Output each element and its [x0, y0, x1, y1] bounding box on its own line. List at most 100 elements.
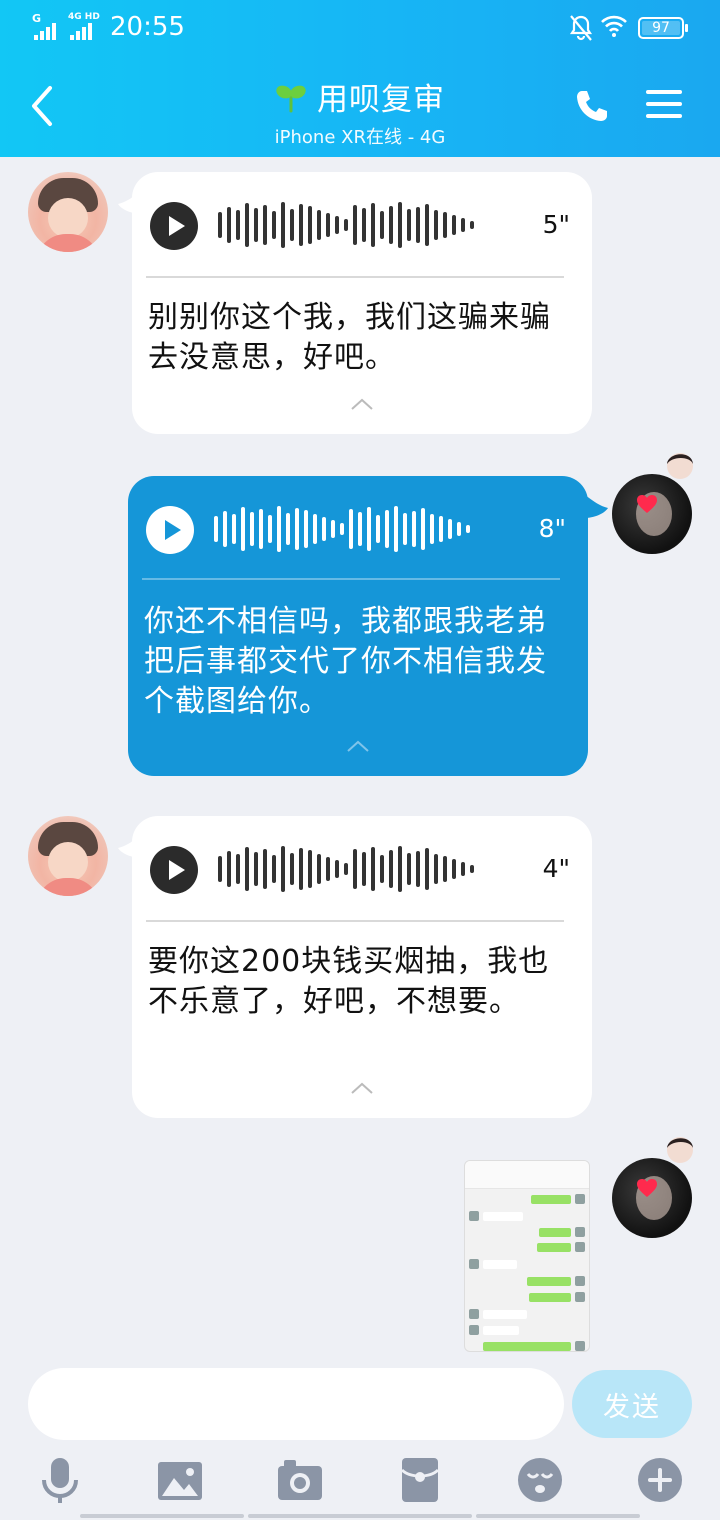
- status-bar: G 4G HD 20:55 97: [0, 0, 720, 60]
- send-button[interactable]: 发送: [572, 1370, 692, 1438]
- divider: [146, 276, 564, 278]
- chat-title: 用呗复审: [317, 82, 445, 118]
- waveform-bar: [308, 206, 312, 244]
- waveform-bar: [313, 514, 317, 544]
- image-message-thumbnail[interactable]: [464, 1160, 590, 1352]
- phone-call-icon[interactable]: [574, 88, 610, 124]
- collapse-chevron-icon[interactable]: [346, 740, 370, 752]
- waveform-bar: [272, 211, 276, 239]
- voice-duration: 5": [542, 210, 570, 239]
- waveform-bar: [385, 510, 389, 548]
- contact-avatar[interactable]: [28, 816, 108, 896]
- waveform-bar: [443, 212, 447, 238]
- waveform-bar: [254, 852, 258, 886]
- nav-gesture-bar: [476, 1514, 640, 1518]
- my-avatar[interactable]: [612, 1158, 692, 1238]
- waveform-bar: [241, 507, 245, 551]
- heart-sticker-icon: [637, 495, 657, 513]
- signal-2-label: 4G HD: [68, 12, 100, 22]
- voice-message-bubble[interactable]: 5" 别别你这个我，我们这骗来骗去没意思，好吧。: [132, 172, 592, 434]
- plus-icon[interactable]: [636, 1456, 684, 1504]
- waveform-bar: [389, 850, 393, 888]
- waveform-bar: [317, 210, 321, 240]
- waveform-bar: [376, 515, 380, 543]
- waveform-bar: [335, 216, 339, 234]
- waveform-bar: [236, 854, 240, 884]
- camera-icon[interactable]: [276, 1456, 324, 1504]
- voice-waveform: [218, 200, 474, 250]
- waveform-bar: [457, 522, 461, 536]
- waveform-bar: [304, 510, 308, 548]
- voice-waveform: [214, 504, 470, 554]
- collapse-chevron-icon[interactable]: [350, 398, 374, 410]
- waveform-bar: [331, 520, 335, 538]
- red-packet-icon[interactable]: [396, 1456, 444, 1504]
- menu-icon[interactable]: [646, 88, 682, 120]
- waveform-bar: [367, 507, 371, 551]
- waveform-bar: [322, 517, 326, 541]
- waveform-bar: [353, 849, 357, 889]
- waveform-bar: [299, 204, 303, 246]
- play-button[interactable]: [150, 846, 198, 894]
- waveform-bar: [425, 204, 429, 246]
- voice-transcript: 你还不相信吗，我都跟我老弟把后事都交代了你不相信我发个截图给你。: [144, 604, 547, 719]
- waveform-bar: [344, 219, 348, 231]
- waveform-bar: [389, 206, 393, 244]
- waveform-bar: [380, 211, 384, 239]
- waveform-bar: [461, 218, 465, 232]
- waveform-bar: [416, 851, 420, 887]
- signal-strength-1: G: [32, 12, 62, 40]
- avatar-pendant-sticker: [667, 453, 693, 479]
- waveform-bar: [218, 212, 222, 238]
- waveform-bar: [340, 523, 344, 535]
- waveform-bar: [439, 516, 443, 542]
- microphone-icon[interactable]: [36, 1456, 84, 1504]
- play-button[interactable]: [150, 202, 198, 250]
- waveform-bar: [326, 213, 330, 237]
- mute-bell-icon: [569, 15, 593, 41]
- waveform-bar: [466, 525, 470, 533]
- battery-level: 97: [652, 20, 670, 36]
- waveform-bar: [434, 854, 438, 884]
- waveform-bar: [398, 202, 402, 248]
- waveform-bar: [416, 207, 420, 243]
- contact-avatar[interactable]: [28, 172, 108, 252]
- message-input[interactable]: [28, 1368, 564, 1440]
- waveform-bar: [308, 850, 312, 888]
- waveform-bar: [227, 207, 231, 243]
- back-arrow-icon[interactable]: [26, 84, 62, 128]
- waveform-bar: [407, 209, 411, 241]
- waveform-bar: [430, 514, 434, 544]
- avatar-pendant-sticker: [667, 1137, 693, 1163]
- my-avatar[interactable]: [612, 474, 692, 554]
- waveform-bar: [371, 847, 375, 891]
- voice-waveform: [218, 844, 474, 894]
- waveform-bar: [223, 511, 227, 547]
- waveform-bar: [236, 210, 240, 240]
- waveform-bar: [290, 209, 294, 241]
- waveform-bar: [317, 854, 321, 884]
- divider: [142, 578, 560, 580]
- waveform-bar: [286, 513, 290, 545]
- voice-message-bubble[interactable]: 8" 你还不相信吗，我都跟我老弟把后事都交代了你不相信我发个截图给你。: [128, 476, 588, 776]
- waveform-bar: [344, 863, 348, 875]
- waveform-bar: [407, 853, 411, 885]
- waveform-bar: [362, 852, 366, 886]
- voice-message-bubble[interactable]: 4" 要你这200块钱买烟抽，我也不乐意了，好吧，不想要。: [132, 816, 592, 1118]
- waveform-bar: [245, 203, 249, 247]
- waveform-bar: [250, 512, 254, 546]
- nav-gesture-bar: [248, 1514, 472, 1518]
- collapse-chevron-icon[interactable]: [350, 1082, 374, 1094]
- emoji-icon[interactable]: [516, 1456, 564, 1504]
- waveform-bar: [349, 509, 353, 549]
- play-button[interactable]: [146, 506, 194, 554]
- waveform-bar: [281, 202, 285, 248]
- image-icon[interactable]: [156, 1456, 204, 1504]
- waveform-bar: [434, 210, 438, 240]
- waveform-bar: [358, 512, 362, 546]
- chat-title-block[interactable]: 用呗复审 iPhone XR在线 - 4G: [200, 74, 520, 149]
- clock: 20:55: [110, 12, 185, 42]
- waveform-bar: [470, 865, 474, 873]
- voice-duration: 8": [538, 514, 566, 543]
- waveform-bar: [245, 847, 249, 891]
